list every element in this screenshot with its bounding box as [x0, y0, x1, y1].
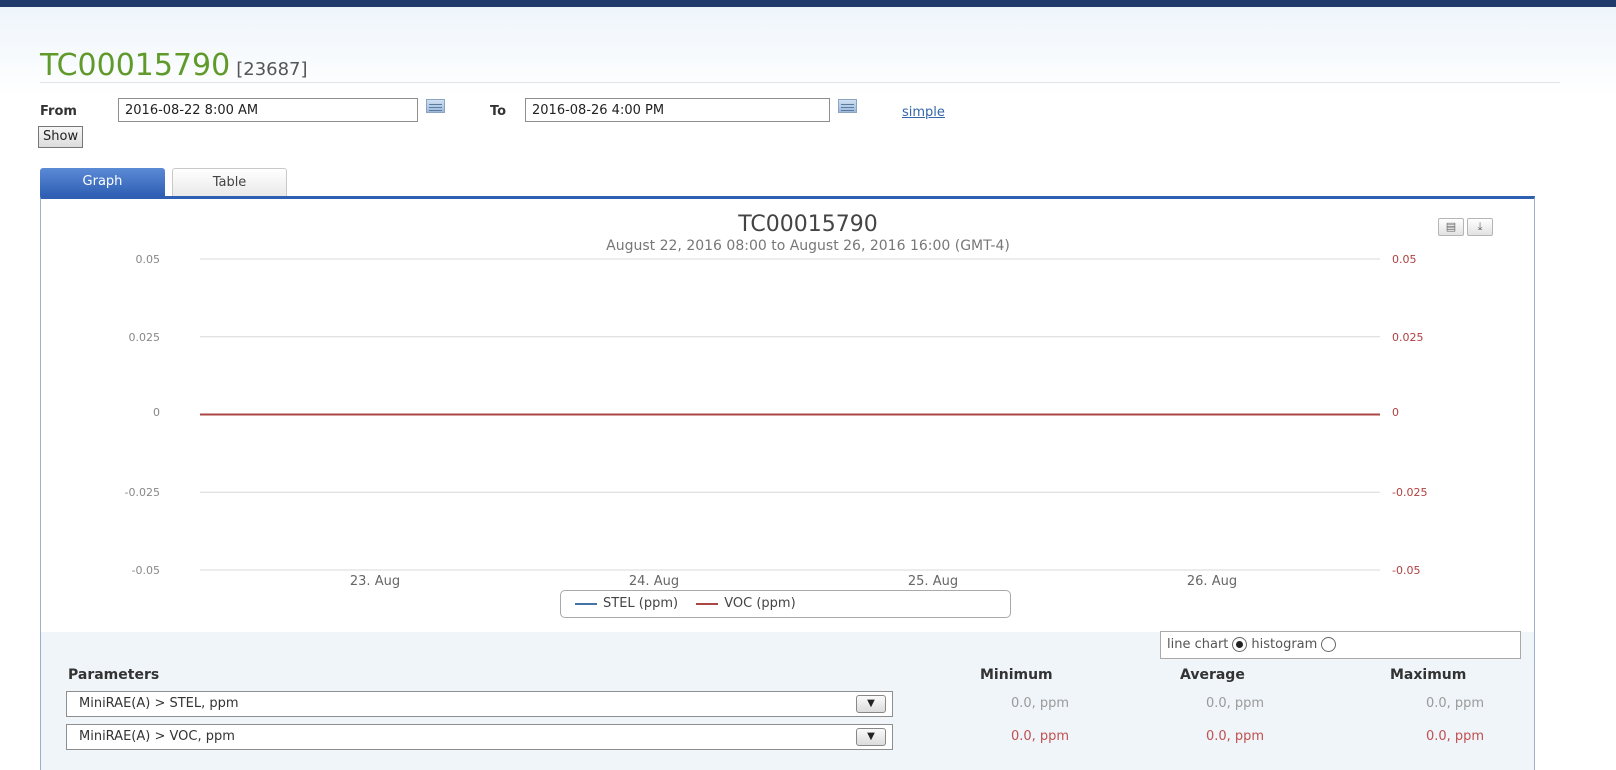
y-tick-label: 0.025	[128, 331, 161, 344]
chevron-down-icon[interactable]: ▼	[856, 695, 886, 713]
x-tick-label: 26. Aug	[1186, 574, 1238, 589]
legend-swatch-stel	[575, 602, 597, 605]
y-tick-label: -0.05	[131, 564, 160, 577]
y2-tick-label: 0	[1392, 406, 1399, 419]
legend-label-stel[interactable]: STEL (ppm)	[603, 596, 678, 611]
maximum-header: Maximum	[1390, 667, 1467, 683]
chart-legend: STEL (ppm) VOC (ppm)	[560, 590, 1011, 618]
histogram-radio[interactable]	[1321, 637, 1337, 652]
average-value: 0.0, ppm	[1205, 729, 1265, 744]
x-tick-label: 23. Aug	[349, 574, 401, 589]
y-tick-label: -0.025	[124, 486, 160, 499]
chevron-down-icon[interactable]: ▼	[856, 728, 886, 746]
y2-tick-label: -0.025	[1392, 486, 1428, 499]
minimum-value: 0.0, ppm	[1010, 696, 1070, 711]
x-tick-label: 24. Aug	[628, 574, 680, 589]
parameter-value: MiniRAE(A) > STEL, ppm	[79, 696, 239, 711]
y2-tick-label: -0.05	[1392, 564, 1421, 577]
parameters-header: Parameters	[68, 667, 160, 683]
line-chart-radio[interactable]	[1232, 637, 1248, 652]
maximum-value: 0.0, ppm	[1425, 696, 1485, 711]
y-tick-label: 0.05	[135, 253, 161, 266]
average-value: 0.0, ppm	[1205, 696, 1265, 711]
line-chart-label: line chart	[1167, 637, 1229, 652]
x-tick-label: 25. Aug	[907, 574, 959, 589]
legend-label-voc[interactable]: VOC (ppm)	[724, 596, 795, 611]
histogram-label: histogram	[1251, 637, 1318, 652]
y2-tick-label: 0.025	[1392, 331, 1424, 344]
y-tick-label: 0	[153, 406, 160, 419]
legend-swatch-voc	[696, 602, 719, 605]
parameter-select-stel[interactable]: MiniRAE(A) > STEL, ppm ▼	[66, 691, 893, 717]
minimum-header: Minimum	[980, 667, 1053, 683]
maximum-value: 0.0, ppm	[1425, 729, 1485, 744]
y2-tick-label: 0.05	[1392, 253, 1417, 266]
parameter-select-voc[interactable]: MiniRAE(A) > VOC, ppm ▼	[66, 724, 893, 750]
average-header: Average	[1180, 667, 1245, 683]
parameter-value: MiniRAE(A) > VOC, ppm	[79, 729, 235, 744]
minimum-value: 0.0, ppm	[1010, 729, 1070, 744]
chart-type-selector: line chart histogram	[1160, 631, 1521, 659]
